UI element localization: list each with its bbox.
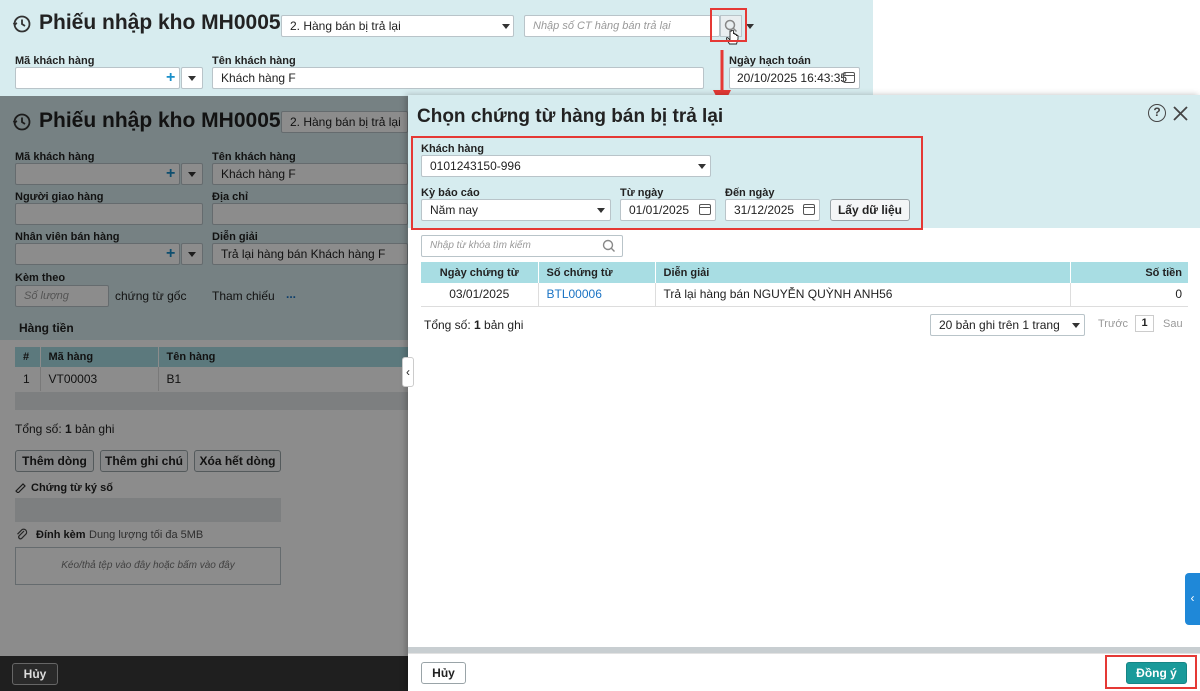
customer-code-label: Mã khách hàng xyxy=(15,55,95,67)
posting-date-label: Ngày hạch toán xyxy=(729,55,811,67)
dialog-footer xyxy=(408,653,1200,691)
cell-amount: 0 xyxy=(1175,287,1182,302)
return-voucher-search-input[interactable]: Nhập số CT hàng bán trả lại xyxy=(524,15,720,37)
table-row[interactable]: 03/01/2025 BTL00006 Trả lại hàng bán NGU… xyxy=(421,283,1188,306)
posting-date-input[interactable]: 20/10/2025 16:43:35 xyxy=(729,67,860,89)
chevron-down-icon xyxy=(1072,323,1080,328)
page-size-select[interactable]: 20 bản ghi trên 1 trang xyxy=(930,314,1085,336)
select-return-voucher-dialog: Chọn chứng từ hàng bán bị trả lại ? Khác… xyxy=(408,95,1200,691)
history-icon[interactable] xyxy=(12,14,32,34)
help-icon[interactable]: ? xyxy=(1148,104,1166,122)
modal-overlay[interactable] xyxy=(0,96,408,691)
current-page[interactable]: 1 xyxy=(1135,315,1154,332)
posting-date-value: 20/10/2025 16:43:35 xyxy=(737,71,848,85)
cell-description: Trả lại hàng bán NGUYỄN QUỲNH ANH56 xyxy=(655,283,1071,306)
total-prefix: Tổng số: xyxy=(424,318,475,332)
confirm-highlight xyxy=(1105,655,1197,689)
col-voucher-number: Số chứng từ xyxy=(538,262,656,283)
dialog-cancel-button[interactable]: Hủy xyxy=(421,662,466,684)
page-size-value: 20 bản ghi trên 1 trang xyxy=(939,318,1060,332)
add-customer-icon[interactable]: + xyxy=(166,70,175,86)
customer-name-value: Khách hàng F xyxy=(221,71,296,85)
collapse-panel-handle[interactable]: ‹ xyxy=(402,357,414,387)
col-description: Diễn giải xyxy=(655,262,1071,283)
total-count: 1 xyxy=(474,318,481,332)
customer-name-input[interactable]: Khách hàng F xyxy=(212,67,704,89)
search-button-highlight xyxy=(710,8,747,42)
page-title: Phiếu nhập kho MH0005 xyxy=(39,11,281,34)
next-page-button[interactable]: Sau xyxy=(1163,318,1183,330)
dialog-search-placeholder: Nhập từ khóa tìm kiếm xyxy=(430,240,531,251)
back-cancel-button[interactable]: Hủy xyxy=(12,663,58,685)
cell-voucher-date: 03/01/2025 xyxy=(421,283,539,306)
filter-highlight xyxy=(411,136,923,230)
dialog-total-records: Tổng số: 1 bản ghi xyxy=(424,318,523,332)
voucher-type-value: 2. Hàng bán bị trả lại xyxy=(290,19,401,33)
search-icon[interactable] xyxy=(601,238,617,254)
close-icon[interactable] xyxy=(1172,105,1189,122)
search-placeholder: Nhập số CT hàng bán trả lại xyxy=(533,20,671,32)
dialog-search-input[interactable]: Nhập từ khóa tìm kiếm xyxy=(421,235,623,257)
side-panel-toggle[interactable]: ‹ xyxy=(1185,573,1200,625)
dialog-title: Chọn chứng từ hàng bán bị trả lại xyxy=(417,106,724,127)
voucher-table-header: Ngày chứng từ Số chứng từ Diễn giải Số t… xyxy=(421,262,1188,283)
voucher-type-select[interactable]: 2. Hàng bán bị trả lại xyxy=(281,15,514,37)
voucher-table: Ngày chứng từ Số chứng từ Diễn giải Số t… xyxy=(421,262,1188,307)
col-voucher-date: Ngày chứng từ xyxy=(421,262,539,283)
calendar-icon[interactable] xyxy=(843,72,855,83)
search-dropdown-icon[interactable] xyxy=(746,24,754,29)
total-suffix: bản ghi xyxy=(480,318,524,332)
col-amount: Số tiền xyxy=(1145,266,1182,279)
form-footer xyxy=(0,656,408,691)
customer-name-label: Tên khách hàng xyxy=(212,55,296,67)
chevron-down-icon xyxy=(502,24,510,29)
chevron-down-icon xyxy=(188,76,196,81)
prev-page-button[interactable]: Trước xyxy=(1098,318,1128,330)
cell-voucher-number-link[interactable]: BTL00006 xyxy=(538,283,656,306)
customer-code-input[interactable] xyxy=(15,67,180,89)
